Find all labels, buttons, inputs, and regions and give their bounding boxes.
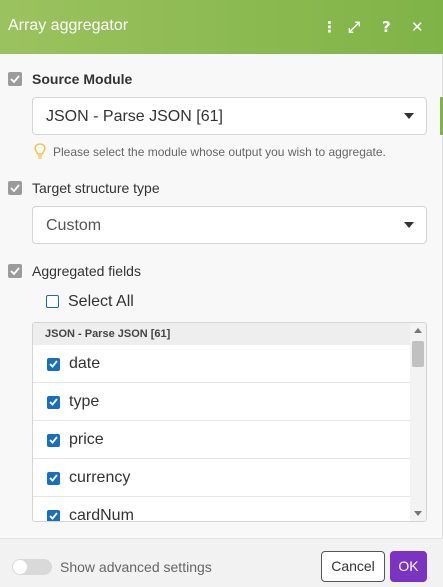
help-icon[interactable]: ? — [382, 17, 391, 37]
list-item[interactable]: currency — [33, 459, 411, 497]
field-checkbox-currency[interactable] — [47, 472, 60, 485]
advanced-settings-label[interactable]: Show advanced settings — [60, 559, 212, 575]
target-structure-collapse-icon[interactable] — [8, 181, 22, 195]
toggle-knob — [13, 560, 27, 574]
chevron-down-icon — [404, 222, 414, 228]
field-checkbox-cardnum[interactable] — [47, 510, 60, 521]
field-label-cardnum: cardNum — [69, 507, 134, 522]
scroll-up-icon[interactable] — [414, 328, 422, 333]
source-module-collapse-icon[interactable] — [8, 72, 22, 86]
list-item[interactable]: type — [33, 383, 411, 421]
aggregated-fields-list: JSON - Parse JSON [61] date type price c… — [32, 322, 427, 522]
lightbulb-icon — [34, 143, 46, 159]
more-vertical-icon[interactable]: ⋮ — [322, 17, 337, 37]
cancel-button[interactable]: Cancel — [321, 551, 385, 582]
source-module-hint: Please select the module whose output yo… — [53, 145, 386, 159]
select-all-checkbox[interactable] — [46, 295, 59, 308]
chevron-down-icon — [404, 113, 414, 119]
dialog-header: Array aggregator ⋮ ⤢ ? ✕ — [0, 0, 443, 54]
field-label-price: price — [69, 431, 104, 448]
field-label-date: date — [69, 355, 101, 372]
target-structure-select[interactable]: Custom — [32, 206, 427, 244]
aggregated-fields-label: Aggregated fields — [32, 263, 141, 279]
list-group-header-label: JSON - Parse JSON [61] — [45, 328, 171, 340]
list-group-header: JSON - Parse JSON [61] — [33, 323, 411, 345]
field-checkbox-price[interactable] — [47, 434, 60, 447]
dialog-title: Array aggregator — [8, 17, 129, 34]
fullscreen-icon[interactable]: ⤢ — [348, 17, 360, 37]
list-item[interactable]: date — [33, 345, 411, 383]
source-module-select[interactable]: JSON - Parse JSON [61] — [32, 97, 427, 135]
close-icon[interactable]: ✕ — [411, 17, 424, 37]
list-scrollbar[interactable] — [410, 323, 426, 521]
dialog-footer: Show advanced settings Cancel OK — [0, 538, 443, 587]
field-label-type: type — [69, 393, 100, 410]
field-checkbox-date[interactable] — [47, 358, 60, 371]
source-module-value: JSON - Parse JSON [61] — [46, 108, 223, 125]
field-checkbox-type[interactable] — [47, 396, 60, 409]
ok-button[interactable]: OK — [390, 551, 427, 582]
select-all-label[interactable]: Select All — [68, 293, 134, 311]
scroll-down-icon[interactable] — [414, 511, 422, 516]
list-item[interactable]: price — [33, 421, 411, 459]
field-label-currency: currency — [69, 469, 131, 486]
list-item[interactable]: cardNum — [33, 497, 411, 522]
target-structure-label: Target structure type — [32, 180, 160, 196]
aggregated-fields-collapse-icon[interactable] — [8, 264, 22, 278]
array-aggregator-dialog: Array aggregator ⋮ ⤢ ? ✕ Source Module J… — [0, 0, 443, 587]
advanced-settings-toggle[interactable] — [12, 559, 52, 575]
target-structure-value: Custom — [46, 217, 102, 234]
source-module-label: Source Module — [32, 71, 133, 87]
scroll-thumb[interactable] — [412, 341, 424, 367]
